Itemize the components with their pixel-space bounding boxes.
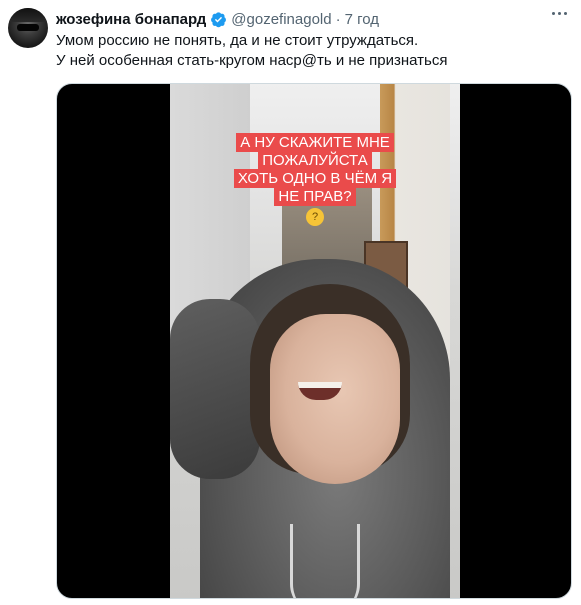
handle[interactable]: @gozefinagold (231, 11, 331, 28)
tweet-text-line: У ней особенная стать-кругом наср@ть и н… (56, 52, 448, 69)
video-player[interactable]: А НУ СКАЖИТЕ МНЕ ПОЖАЛУЙСТА ХОТЬ ОДНО В … (56, 83, 572, 599)
thinking-face-icon: ? (306, 208, 324, 226)
face (270, 314, 400, 484)
caption-line: А НУ СКАЖИТЕ МНЕ (236, 133, 394, 152)
tweet-text-line: Умом россию не понять, да и не стоит утр… (56, 32, 419, 49)
avatar[interactable] (8, 8, 48, 48)
separator-dot: · (335, 10, 341, 28)
more-options-icon[interactable] (552, 12, 567, 15)
timestamp[interactable]: 7 год (345, 11, 379, 28)
display-name[interactable]: жозефина бонапард (56, 11, 206, 28)
verified-badge-icon (211, 11, 227, 27)
tweet[interactable]: жозефина бонапард @gozefinagold · 7 год … (0, 0, 581, 605)
caption-line: ПОЖАЛУЙСТА (258, 151, 372, 170)
avatar-glasses (17, 24, 39, 31)
dot (564, 12, 567, 15)
hoodie-drawstring (290, 524, 360, 598)
caption-line: НЕ ПРАВ? (274, 187, 356, 206)
tweet-text: Умом россию не понять, да и не стоит утр… (56, 31, 571, 71)
video-frame[interactable]: А НУ СКАЖИТЕ МНЕ ПОЖАЛУЙСТА ХОТЬ ОДНО В … (170, 84, 460, 598)
dot (552, 12, 555, 15)
video-caption: А НУ СКАЖИТЕ МНЕ ПОЖАЛУЙСТА ХОТЬ ОДНО В … (170, 133, 460, 226)
avatar-hair (8, 8, 48, 22)
caption-line: ХОТЬ ОДНО В ЧЁМ Я (233, 169, 397, 188)
hand (170, 299, 260, 479)
dot (558, 12, 561, 15)
tweet-header: жозефина бонапард @gozefinagold · 7 год (56, 9, 379, 29)
